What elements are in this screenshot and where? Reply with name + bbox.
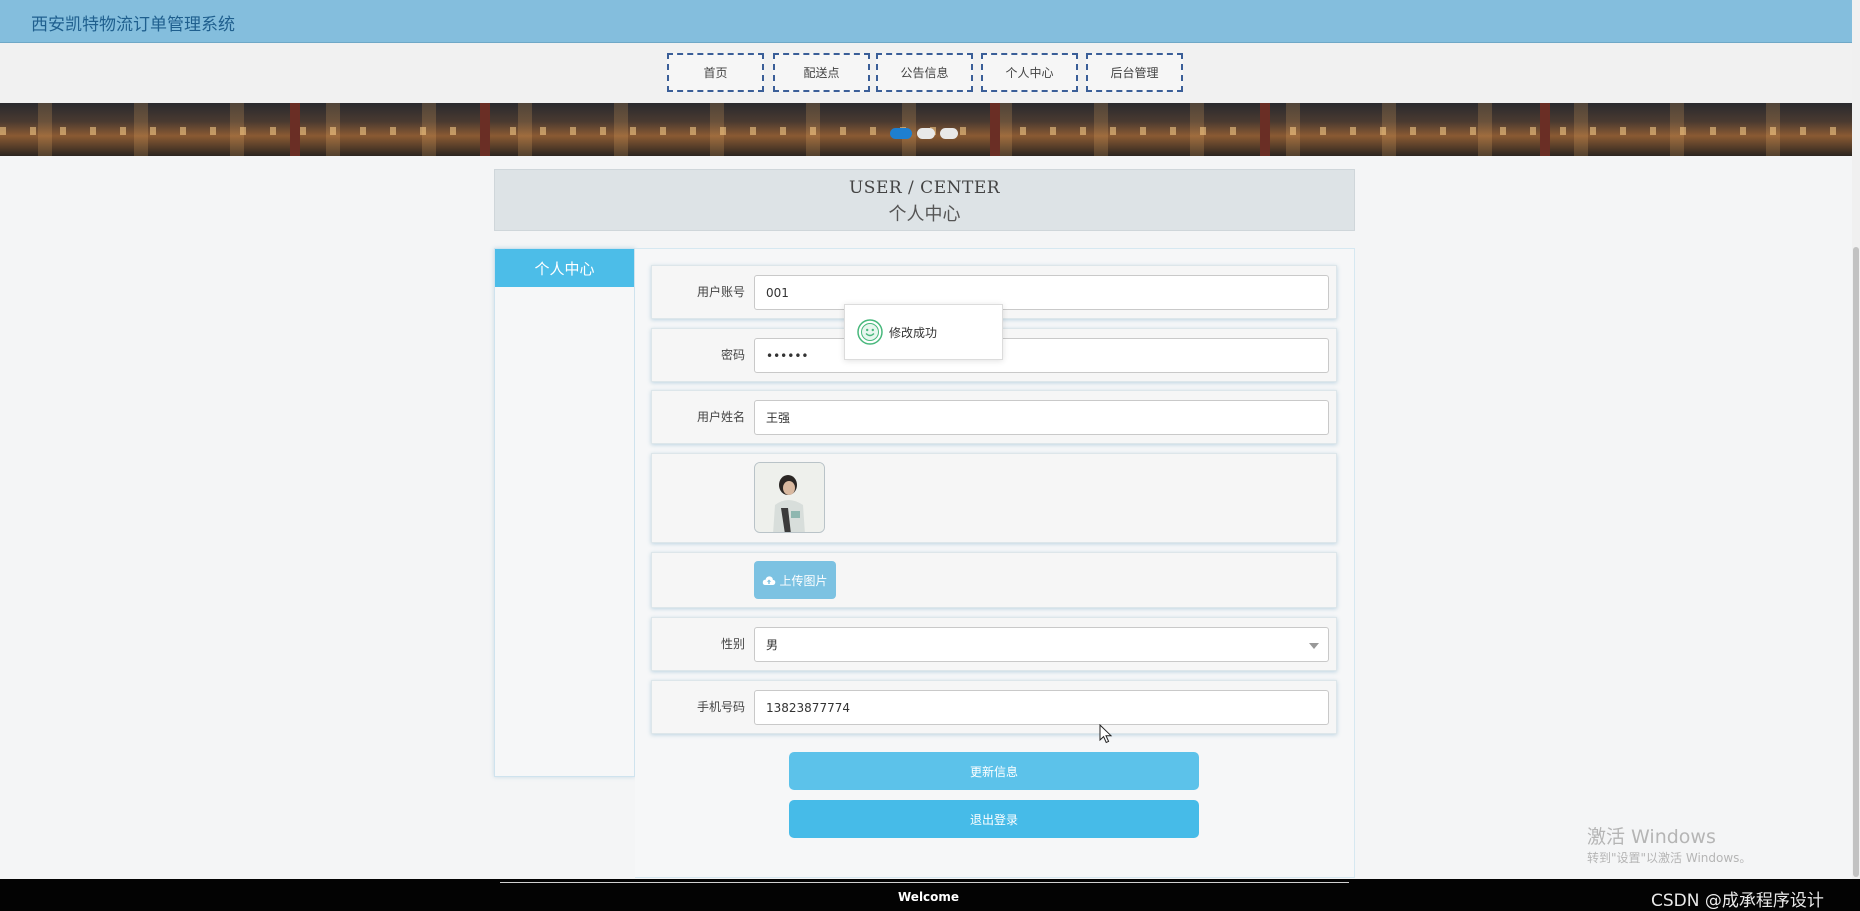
- upload-image-button[interactable]: 上传图片: [754, 561, 836, 599]
- success-toast: 修改成功: [844, 304, 1003, 360]
- sidebar: 个人中心: [494, 248, 635, 777]
- footer: Welcome CSDN @成承程序设计: [0, 879, 1860, 911]
- chevron-down-icon: [1309, 643, 1319, 649]
- update-info-button[interactable]: 更新信息: [789, 752, 1199, 790]
- account-input[interactable]: 001: [754, 275, 1329, 310]
- main-nav: 首页 配送点 公告信息 个人中心 后台管理: [0, 43, 1852, 103]
- nav-item-admin[interactable]: 后台管理: [1086, 53, 1183, 92]
- app-title: 西安凯特物流订单管理系统: [31, 15, 235, 35]
- nav-item-home[interactable]: 首页: [667, 53, 764, 92]
- cloud-upload-icon: [763, 575, 776, 585]
- password-label: 密码: [720, 348, 745, 362]
- footer-welcome: Welcome: [898, 890, 960, 904]
- activation-watermark-subtitle: 转到"设置"以激活 Windows。: [1587, 851, 1752, 865]
- account-label: 用户账号: [696, 285, 745, 299]
- nav-item-delivery-points[interactable]: 配送点: [773, 53, 870, 92]
- form-row-name: 用户姓名 王强: [651, 390, 1337, 444]
- form-row-upload: 上传图片: [651, 552, 1337, 608]
- form-row-gender: 性别 男: [651, 617, 1337, 671]
- carousel-dot-3[interactable]: [940, 128, 958, 139]
- activation-watermark-title: 激活 Windows: [1587, 826, 1716, 848]
- user-photo-icon: [755, 463, 824, 532]
- gender-select[interactable]: 男: [754, 627, 1329, 662]
- form-row-avatar: [651, 453, 1337, 543]
- csdn-watermark: CSDN @成承程序设计: [1651, 891, 1824, 911]
- password-input[interactable]: ••••••: [754, 338, 1329, 373]
- nav-item-announcements[interactable]: 公告信息: [876, 53, 973, 92]
- scrollbar-thumb[interactable]: [1853, 247, 1859, 877]
- phone-label: 手机号码: [696, 700, 745, 714]
- smiley-icon: [857, 319, 883, 345]
- mouse-cursor-icon: [1099, 724, 1113, 744]
- nav-item-user-center[interactable]: 个人中心: [981, 53, 1078, 92]
- gender-label: 性别: [720, 637, 745, 651]
- sidebar-item-user-center[interactable]: 个人中心: [495, 249, 634, 287]
- carousel-dot-1[interactable]: [890, 128, 912, 139]
- page-title-cn: 个人中心: [888, 204, 961, 225]
- carousel-dot-2[interactable]: [917, 128, 935, 139]
- footer-divider: [500, 882, 1349, 883]
- phone-input[interactable]: 13823877774: [754, 690, 1329, 725]
- form-row-phone: 手机号码 13823877774: [651, 680, 1337, 734]
- page-header: USER / CENTER 个人中心: [494, 169, 1355, 231]
- upload-button-label: 上传图片: [779, 573, 828, 588]
- logout-button[interactable]: 退出登录: [789, 800, 1199, 838]
- name-input[interactable]: 王强: [754, 400, 1329, 435]
- gender-selected-value: 男: [766, 638, 779, 652]
- page-title-en: USER / CENTER: [848, 178, 1001, 198]
- toast-message: 修改成功: [889, 325, 938, 340]
- top-bar: 西安凯特物流订单管理系统: [0, 0, 1852, 43]
- name-label: 用户姓名: [696, 410, 745, 424]
- avatar-image: [754, 462, 825, 533]
